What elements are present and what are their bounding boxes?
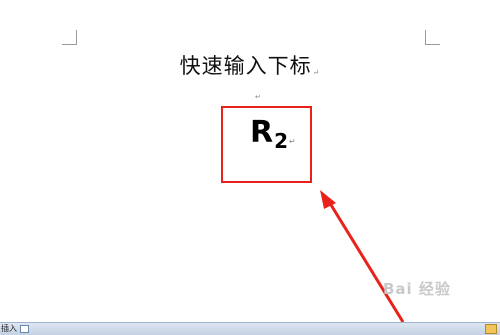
document-page[interactable]: 快速输入下标↵ ↵ R2↵ Bai 经验 [0, 0, 500, 323]
watermark-logo: Bai 经验 [383, 280, 451, 298]
print-layout-view-icon[interactable] [485, 324, 497, 334]
status-bar: 插入 [0, 322, 500, 335]
macro-recording-icon[interactable] [20, 325, 29, 333]
insert-mode-indicator[interactable]: 插入 [1, 323, 17, 335]
